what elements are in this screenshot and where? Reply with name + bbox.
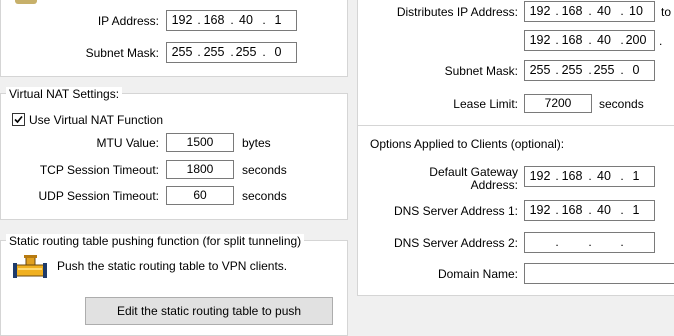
options-title: Options Applied to Clients (optional):: [370, 137, 565, 151]
domain-name-label: Domain Name:: [437, 267, 518, 281]
default-gateway-field[interactable]: 192 . 168 . 40 . 1: [524, 166, 655, 187]
lease-limit-label: Lease Limit:: [453, 97, 518, 111]
octet: 255: [203, 45, 225, 59]
use-nat-label[interactable]: Use Virtual NAT Function: [29, 113, 163, 127]
octet: 255: [235, 45, 257, 59]
checkmark-icon: [14, 115, 23, 124]
octet: 255: [593, 63, 615, 77]
octet: 192: [529, 4, 551, 18]
gateway-label-line2: Address:: [470, 178, 518, 192]
mtu-input[interactable]: 1500: [166, 133, 234, 152]
dot: .: [588, 235, 592, 249]
udp-timeout-input[interactable]: 60: [166, 186, 234, 205]
octet: 192: [529, 33, 551, 47]
dns2-label: DNS Server Address 2:: [393, 236, 518, 250]
tcp-timeout-input[interactable]: 1800: [166, 160, 234, 179]
dns2-field[interactable]: . . .: [524, 232, 655, 253]
octet: 1: [632, 203, 640, 217]
octet: 255: [529, 63, 551, 77]
octet: 192: [171, 13, 193, 27]
dot: .: [620, 235, 624, 249]
octet: 200: [625, 33, 647, 47]
octet: 192: [529, 169, 551, 183]
lease-limit-unit: seconds: [599, 97, 644, 111]
dot: .: [555, 169, 559, 183]
static-routing-title: Static routing table pushing function (f…: [6, 234, 305, 248]
domain-name-input[interactable]: [524, 263, 674, 284]
ip-address-field[interactable]: 192 . 168 . 40 . 1: [166, 10, 297, 31]
octet: 40: [597, 169, 611, 183]
udp-timeout-unit: seconds: [242, 189, 287, 203]
distributes-ip-from-field[interactable]: 192 . 168 . 40 . 10: [524, 1, 655, 22]
dot: .: [555, 4, 559, 18]
app-icon: [15, 0, 37, 4]
octet: 1: [274, 13, 282, 27]
static-routing-description: Push the static routing table to VPN cli…: [57, 259, 288, 273]
octet: 10: [629, 4, 643, 18]
tcp-timeout-unit: seconds: [242, 163, 287, 177]
octet: 1: [632, 169, 640, 183]
octet: 192: [529, 203, 551, 217]
octet: 40: [597, 203, 611, 217]
octet: 168: [561, 33, 583, 47]
mtu-unit: bytes: [242, 136, 271, 150]
dot: .: [197, 13, 201, 27]
distributes-ip-label: Distributes IP Address:: [396, 5, 518, 19]
tcp-timeout-label: TCP Session Timeout:: [39, 163, 159, 177]
octet: 0: [632, 63, 640, 77]
octet: 40: [597, 33, 611, 47]
right-subnet-field[interactable]: 255 . 255 . 255 . 0: [524, 60, 655, 81]
mtu-label: MTU Value:: [96, 136, 159, 150]
dot: .: [555, 33, 559, 47]
dot: .: [197, 45, 201, 59]
dot: .: [555, 203, 559, 217]
period-mark: .: [659, 34, 663, 48]
octet: 255: [171, 45, 193, 59]
edit-static-routing-button[interactable]: Edit the static routing table to push: [85, 297, 333, 325]
distributes-ip-to-field[interactable]: 192 . 168 . 40 . 200: [524, 30, 655, 51]
subnet-mask-field[interactable]: 255 . 255 . 255 . 0: [166, 42, 297, 63]
use-nat-checkbox[interactable]: [12, 113, 25, 126]
dns1-label: DNS Server Address 1:: [393, 204, 518, 218]
udp-timeout-label: UDP Session Timeout:: [38, 189, 160, 203]
to-label: to: [661, 5, 672, 19]
octet: 168: [561, 169, 583, 183]
lease-limit-input[interactable]: 7200: [524, 94, 592, 113]
octet: 0: [274, 45, 282, 59]
dns1-field[interactable]: 192 . 168 . 40 . 1: [524, 200, 655, 221]
right-subnet-label: Subnet Mask:: [444, 64, 518, 78]
dot: .: [555, 63, 559, 77]
dot: .: [555, 235, 559, 249]
gateway-label-line1: Default Gateway: [429, 165, 518, 179]
subnet-mask-label: Subnet Mask:: [85, 46, 159, 60]
edit-static-routing-label: Edit the static routing table to push: [116, 304, 302, 318]
octet: 168: [561, 4, 583, 18]
virtual-nat-title: Virtual NAT Settings:: [6, 87, 123, 101]
octet: 40: [239, 13, 253, 27]
octet: 40: [597, 4, 611, 18]
ip-address-label: IP Address:: [97, 14, 159, 28]
octet: 168: [561, 203, 583, 217]
options-separator: [357, 125, 674, 126]
pipe-tee-icon: [13, 255, 47, 285]
octet: 255: [561, 63, 583, 77]
octet: 168: [203, 13, 225, 27]
